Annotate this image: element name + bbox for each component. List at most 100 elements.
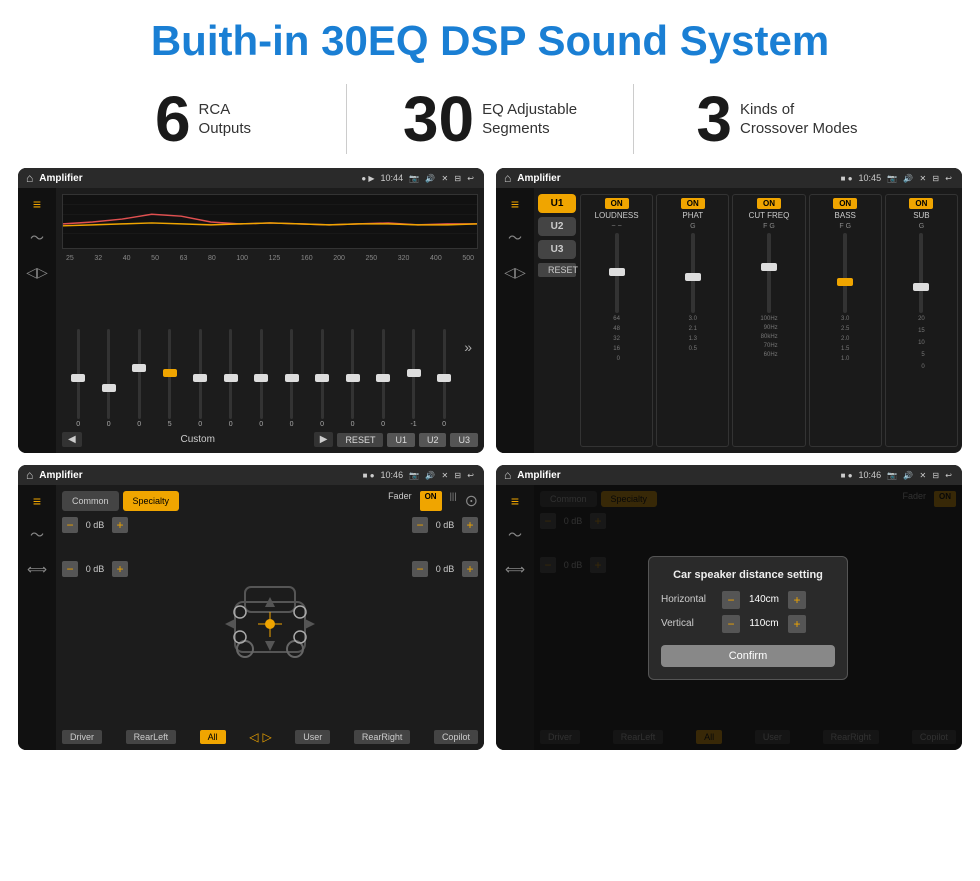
preset-u2-btn[interactable]: U2 <box>538 217 576 236</box>
cutfreq-slider[interactable] <box>761 263 777 271</box>
dialog-horizontal-stepper: − 140cm + <box>722 591 806 609</box>
eq-slider-12: 0 <box>430 329 458 428</box>
status-time-crossover: 10:45 <box>859 173 882 183</box>
eq-graph <box>62 194 478 249</box>
screen-eq: ⌂ Amplifier ● ▶ 10:44 📷 🔊 ✕ ⊟ ↩ ≡ 〜 ◁▷ <box>18 168 484 453</box>
crossover-reset-btn[interactable]: RESET <box>538 263 576 277</box>
db-minus-bottomright[interactable]: − <box>412 561 428 577</box>
db-control-bottomright: − 0 dB + <box>412 561 478 577</box>
fader-rearright-btn[interactable]: RearRight <box>354 730 411 744</box>
fader-left-controls: − 0 dB + − 0 dB + <box>62 517 128 726</box>
eq-scroll-right[interactable]: » <box>460 335 476 359</box>
sidebar-wave-icon[interactable]: 〜 <box>30 228 44 248</box>
phat-name: PHAT <box>682 211 703 220</box>
sidebar-wave-icon-2[interactable]: 〜 <box>508 228 522 248</box>
preset-u3-btn[interactable]: U3 <box>538 240 576 259</box>
home-icon-dialog: ⌂ <box>504 468 511 482</box>
preset-u1-btn[interactable]: U1 <box>538 194 576 213</box>
sidebar-eq-icon[interactable]: ≡ <box>33 196 41 212</box>
sub-toggle[interactable]: ON <box>909 198 933 209</box>
loudness-slider[interactable] <box>609 268 625 276</box>
cutfreq-toggle[interactable]: ON <box>757 198 781 209</box>
fader-driver-btn[interactable]: Driver <box>62 730 102 744</box>
eq-slider-2: 0 <box>125 329 153 428</box>
db-plus-topright[interactable]: + <box>462 517 478 533</box>
stat-rca: 6 RCA Outputs <box>60 87 346 151</box>
eq-next-btn[interactable]: ▶ <box>314 432 334 447</box>
db-value-bottomright: 0 dB <box>431 564 459 574</box>
eq-slider-0: 0 <box>64 329 92 428</box>
fader-copilot-btn[interactable]: Copilot <box>434 730 478 744</box>
phat-toggle[interactable]: ON <box>681 198 705 209</box>
db-value-topleft: 0 dB <box>81 520 109 530</box>
sidebar-speaker-icon-2[interactable]: ◁▷ <box>504 264 526 281</box>
eq-u2-btn[interactable]: U2 <box>419 433 447 447</box>
sub-slider[interactable] <box>913 283 929 291</box>
eq-slider-7: 0 <box>277 329 305 428</box>
dialog-vertical-plus[interactable]: + <box>788 615 806 633</box>
loudness-toggle[interactable]: ON <box>605 198 629 209</box>
screen-dialog: ⌂ Amplifier ■ ● 10:46 📷 🔊 ✕ ⊟ ↩ ≡ 〜 ⟺ Co… <box>496 465 962 750</box>
stat-label-eq: EQ Adjustable Segments <box>482 100 577 139</box>
sidebar-expand-icon-4[interactable]: ⟺ <box>505 561 525 578</box>
db-plus-bottomleft[interactable]: + <box>112 561 128 577</box>
fader-settings-icon[interactable]: ⊙ <box>465 491 478 511</box>
phat-slider[interactable] <box>685 273 701 281</box>
fader-nav-left[interactable]: ◁ <box>249 730 258 744</box>
dialog-horizontal-plus[interactable]: + <box>788 591 806 609</box>
eq-u1-btn[interactable]: U1 <box>387 433 415 447</box>
sidebar-wave-icon-4[interactable]: 〜 <box>508 525 522 545</box>
status-icons-dialog: 📷 🔊 ✕ ⊟ ↩ <box>887 471 954 480</box>
screen-fader: ⌂ Amplifier ■ ● 10:46 📷 🔊 ✕ ⊟ ↩ ≡ 〜 ⟺ Co… <box>18 465 484 750</box>
left-sidebar-crossover: ≡ 〜 ◁▷ <box>496 188 534 453</box>
sidebar-wave-icon-3[interactable]: 〜 <box>30 525 44 545</box>
screen-crossover: ⌂ Amplifier ■ ● 10:45 📷 🔊 ✕ ⊟ ↩ ≡ 〜 ◁▷ U… <box>496 168 962 453</box>
bass-toggle[interactable]: ON <box>833 198 857 209</box>
status-time-eq: 10:44 <box>381 173 404 183</box>
fader-tab-specialty[interactable]: Specialty <box>123 491 180 511</box>
fader-label: Fader <box>388 491 412 511</box>
eq-slider-8: 0 <box>308 329 336 428</box>
fader-user-btn[interactable]: User <box>295 730 330 744</box>
db-control-topright: − 0 dB + <box>412 517 478 533</box>
screenshots-grid: ⌂ Amplifier ● ▶ 10:44 📷 🔊 ✕ ⊟ ↩ ≡ 〜 ◁▷ <box>0 168 980 762</box>
sidebar-eq-icon-4[interactable]: ≡ <box>511 493 519 509</box>
dialog-vertical-value: 110cm <box>744 618 784 629</box>
eq-slider-11: -1 <box>399 329 427 428</box>
bass-slider[interactable] <box>837 278 853 286</box>
db-control-topleft: − 0 dB + <box>62 517 128 533</box>
db-minus-topright[interactable]: − <box>412 517 428 533</box>
car-diagram <box>134 517 406 726</box>
fader-rearleft-btn[interactable]: RearLeft <box>126 730 177 744</box>
dialog-box: Car speaker distance setting Horizontal … <box>648 556 848 680</box>
crossover-presets: U1 U2 U3 RESET <box>538 194 576 447</box>
sidebar-eq-icon-3[interactable]: ≡ <box>33 493 41 509</box>
eq-prev-btn[interactable]: ◀ <box>62 432 82 447</box>
fader-toggle[interactable]: ON <box>420 491 442 511</box>
db-minus-topleft[interactable]: − <box>62 517 78 533</box>
sidebar-eq-icon-2[interactable]: ≡ <box>511 196 519 212</box>
dialog-horizontal-minus[interactable]: − <box>722 591 740 609</box>
fader-bars-icon: ||| <box>450 491 457 511</box>
sidebar-expand-icon[interactable]: ⟺ <box>27 561 47 578</box>
fader-tabs: Common Specialty Fader ON ||| ⊙ <box>62 491 478 511</box>
stat-number-rca: 6 <box>155 87 191 151</box>
eq-u3-btn[interactable]: U3 <box>450 433 478 447</box>
app-name-fader: Amplifier <box>39 470 356 481</box>
dialog-confirm-button[interactable]: Confirm <box>661 645 835 667</box>
sidebar-speaker-icon[interactable]: ◁▷ <box>26 264 48 281</box>
status-icons-fader: 📷 🔊 ✕ ⊟ ↩ <box>409 471 476 480</box>
channel-phat: ON PHAT G 3.02.11.30.5 <box>656 194 729 447</box>
fader-nav-right[interactable]: ▷ <box>262 730 271 744</box>
fader-all-btn[interactable]: All <box>200 730 226 744</box>
dialog-horizontal-label: Horizontal <box>661 594 716 605</box>
fader-tab-common[interactable]: Common <box>62 491 119 511</box>
eq-slider-6: 0 <box>247 329 275 428</box>
dialog-vertical-minus[interactable]: − <box>722 615 740 633</box>
db-plus-bottomright[interactable]: + <box>462 561 478 577</box>
db-plus-topleft[interactable]: + <box>112 517 128 533</box>
eq-slider-5: 0 <box>216 329 244 428</box>
dialog-vertical-stepper: − 110cm + <box>722 615 806 633</box>
db-minus-bottomleft[interactable]: − <box>62 561 78 577</box>
eq-reset-btn[interactable]: RESET <box>337 433 383 447</box>
